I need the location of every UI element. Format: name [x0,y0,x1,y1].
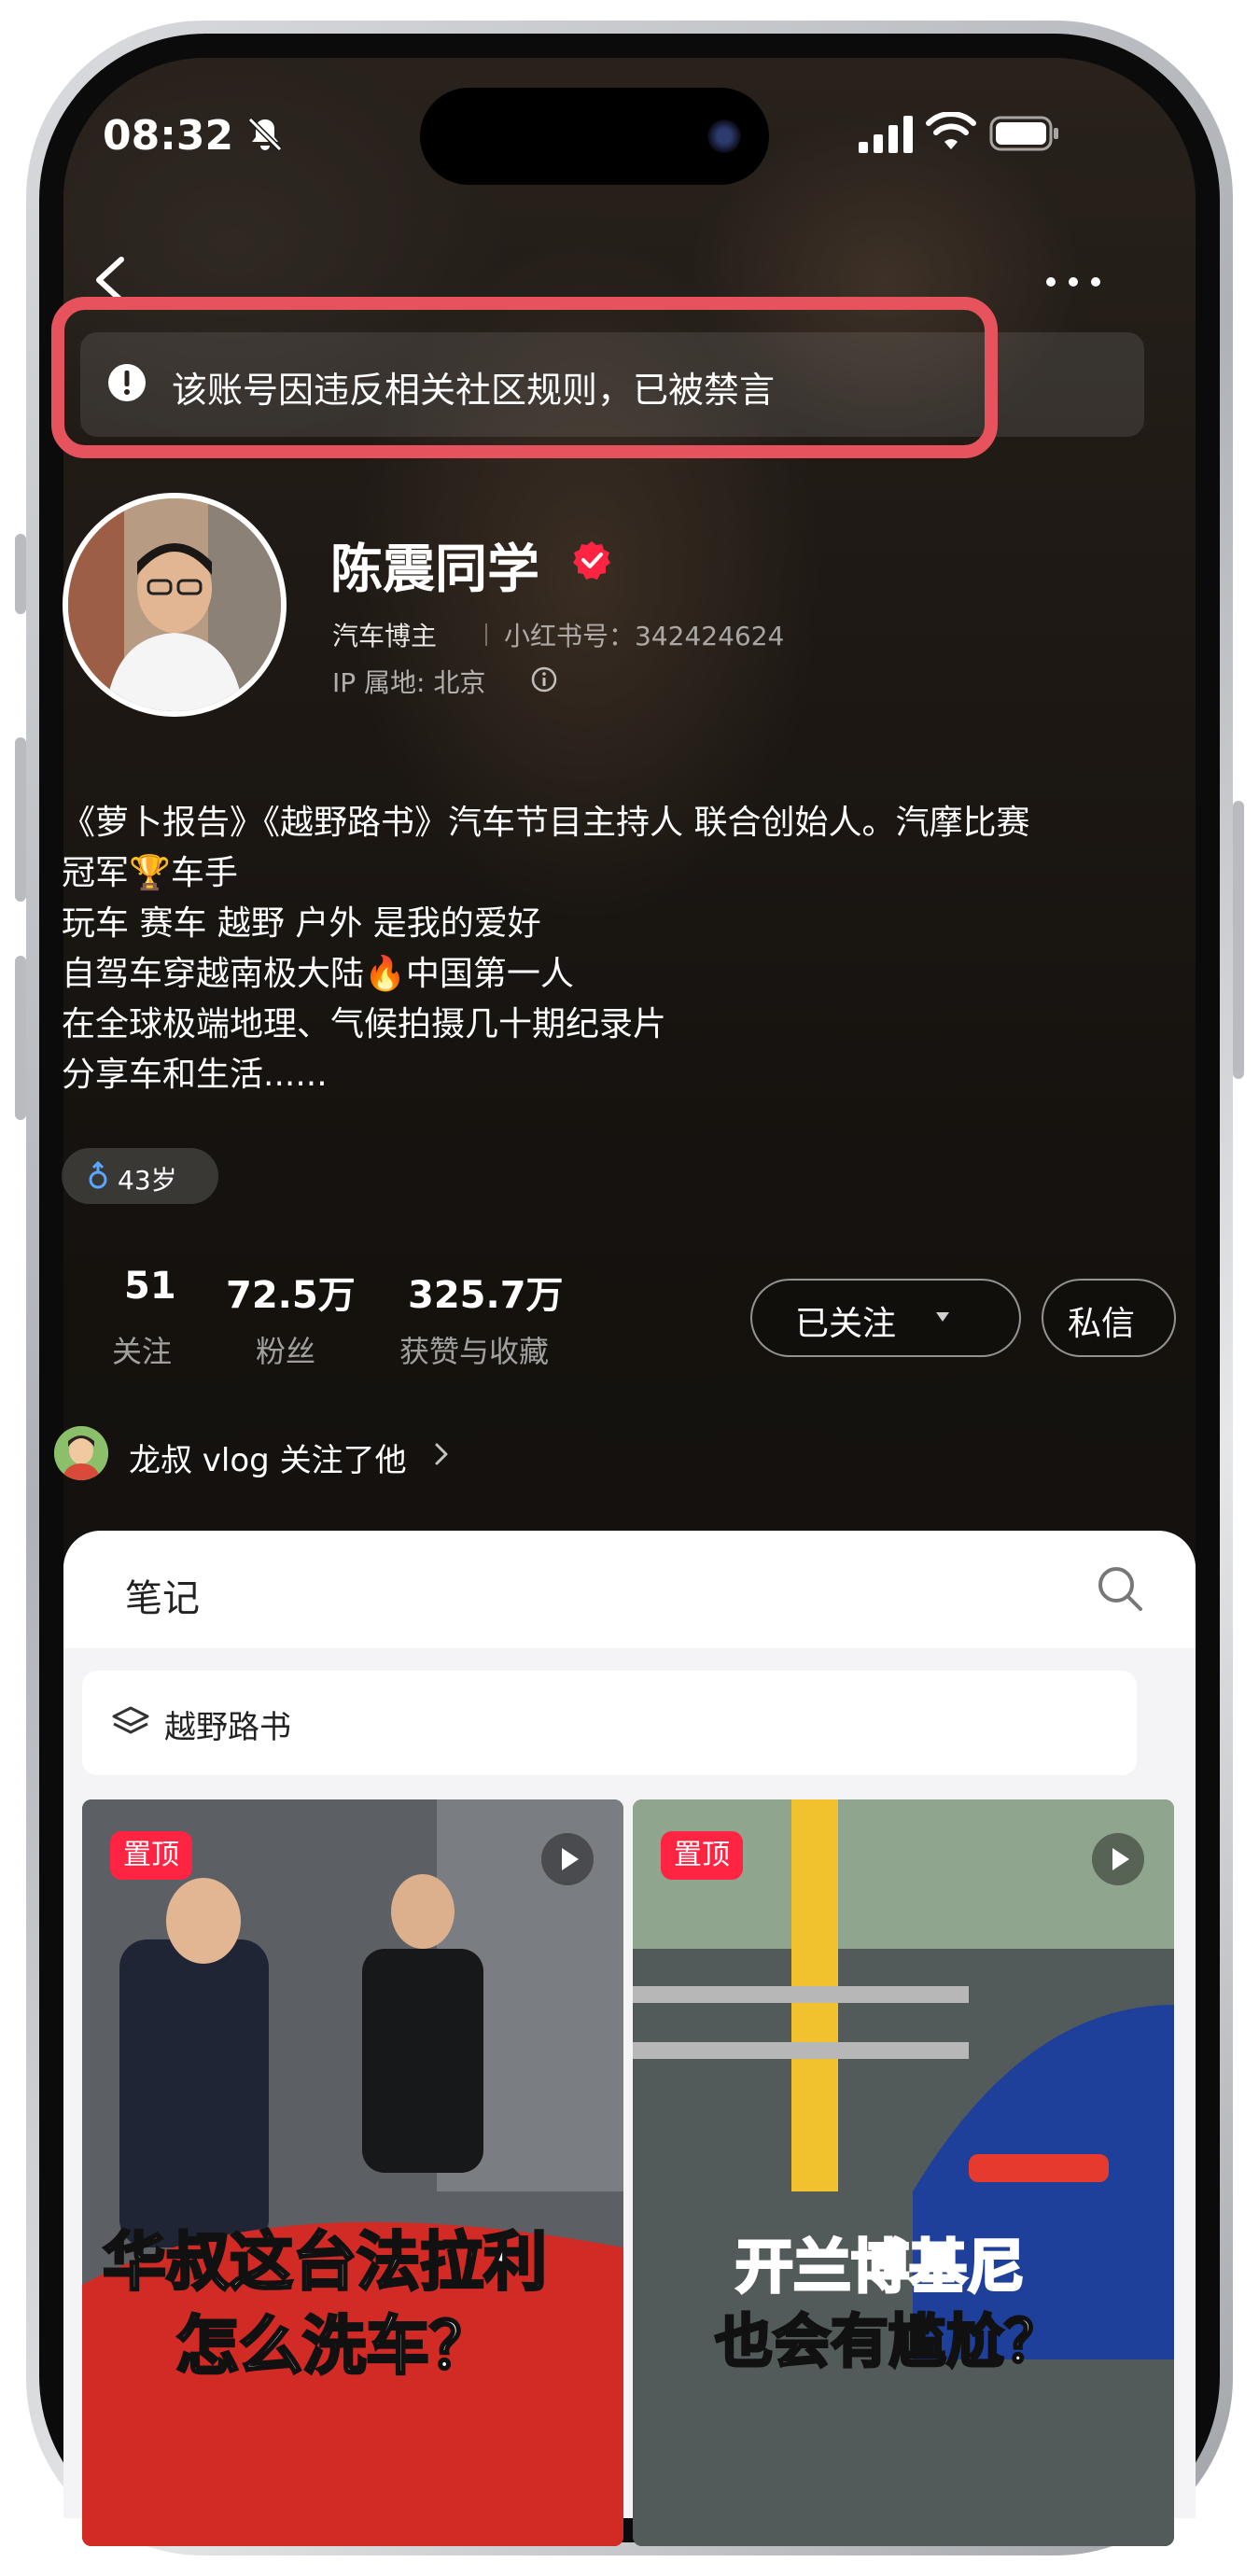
signal-icon [859,116,913,153]
note-caption-line1: 开兰博基尼 [734,2232,1026,2303]
play-icon [541,1833,594,1885]
profile-role: 汽车博主 [332,621,438,651]
avatar[interactable] [63,493,287,717]
profile-name: 陈震同学 [330,539,539,600]
battery-icon [989,116,1058,151]
profile-bio: 《萝卜报告》《越野路书》汽车节目主持人 联合创始人。汽摩比赛 冠军🏆车手 玩车 … [62,798,1163,1100]
side-button-action [15,534,26,614]
verified-icon [573,541,610,580]
wifi-icon [926,112,976,149]
stat-following-count[interactable]: 51 [124,1265,176,1308]
age-text: 43岁 [118,1165,177,1196]
bio-line: 分享车和生活...... [62,1056,328,1094]
mutual-follow-text[interactable]: 龙叔 vlog 关注了他 [129,1435,407,1480]
bio-line: 自驾车穿越南极大陆🔥中国第一人 [62,955,574,993]
note-caption-line2: 怎么洗车？ [174,2309,494,2386]
message-button-label[interactable]: 私信 [1068,1296,1135,1345]
pinned-badge: 置顶 [661,1831,743,1880]
caret-down-icon[interactable] [935,1310,950,1323]
note-caption-line1: 华叔这台法拉利 [101,2225,548,2302]
stat-followers-count[interactable]: 72.5万 [226,1265,356,1319]
layers-icon [112,1706,149,1734]
profile-ip-location: IP 属地: 北京 [332,667,486,698]
search-icon[interactable] [1094,1562,1146,1615]
stat-following-label[interactable]: 关注 [112,1328,172,1371]
tab-notes[interactable]: 笔记 [125,1568,200,1622]
note-card-thumbnail [82,1799,623,2546]
side-button-power [1233,801,1244,1079]
mutual-avatar[interactable] [54,1426,108,1480]
bio-line: 玩车 赛车 越野 户外 是我的爱好 [62,904,541,943]
divider [485,623,487,646]
info-icon[interactable] [530,665,558,693]
male-icon [89,1161,107,1189]
more-icon[interactable] [1036,263,1111,301]
ban-highlight-box [51,297,998,458]
note-card-thumbnail [633,1799,1174,2546]
profile-red-id[interactable]: 小红书号：342424624 [504,616,784,653]
notes-header [63,1531,1196,1648]
note-caption-line2: 也会有尴尬？ [713,2306,1063,2377]
side-button-volume-down [15,956,26,1120]
bio-line: 冠军🏆车手 [62,854,238,892]
mutual-avatar-image [54,1426,108,1480]
play-icon [1092,1833,1144,1885]
bio-line: 在全球极端地理、气候拍摄几十期纪录片 [62,1005,667,1043]
collection-label[interactable]: 越野路书 [164,1701,291,1747]
stat-likes-label[interactable]: 获赞与收藏 [399,1328,549,1371]
bio-line: 《萝卜报告》《越野路书》汽车节目主持人 联合创始人。汽摩比赛 [62,804,1030,842]
bell-slash-icon [247,117,283,152]
front-camera [707,119,741,153]
stat-likes-count[interactable]: 325.7万 [408,1265,564,1319]
avatar-portrait [68,498,281,711]
follow-button-label[interactable]: 已关注 [795,1296,896,1345]
pinned-badge: 置顶 [110,1831,192,1880]
note-card[interactable]: 置顶 开兰博基尼 也会有尴尬？ [633,1799,1174,2546]
stat-followers-label[interactable]: 粉丝 [256,1328,315,1371]
note-card[interactable]: 置顶 华叔这台法拉利 怎么洗车？ [82,1799,623,2546]
side-button-volume-up [15,737,26,902]
status-time: 08:32 [103,112,234,160]
chevron-right-icon[interactable] [431,1439,452,1469]
